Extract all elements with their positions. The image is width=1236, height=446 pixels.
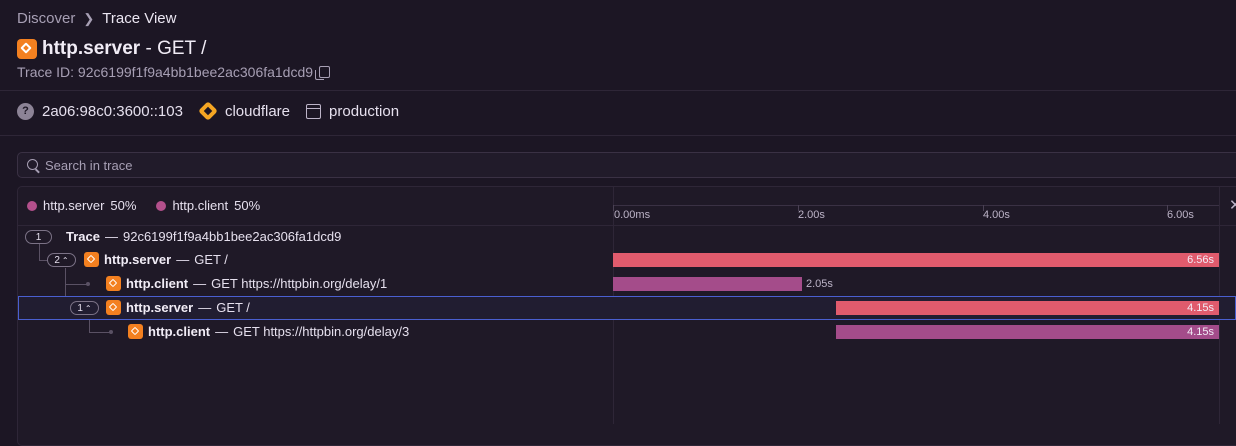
cloudflare-icon — [84, 252, 99, 267]
row-label: http.server — GET / — [84, 252, 228, 267]
legend-label: http.server — [43, 198, 105, 213]
browser-window-icon — [306, 103, 322, 119]
trace-tags: ? 2a06:98c0:3600::103 cloudflare product… — [17, 102, 415, 120]
question-icon: ? — [17, 102, 34, 120]
span-row[interactable]: http.client — GET https://httpbin.org/dela… — [18, 272, 1236, 296]
tick-label: 4.00s — [983, 209, 1010, 221]
span-bar[interactable]: 4.15s — [836, 301, 1219, 315]
chevron-up-icon: ⌃ — [61, 255, 69, 265]
cloudflare-icon — [106, 300, 121, 315]
span-row-selected[interactable]: 1 ⌃ http.server — GET / 4.15s — [18, 296, 1236, 320]
header-divider — [0, 90, 1236, 91]
tick-label: 0.00ms — [614, 209, 651, 221]
child-count-badge[interactable]: 2 ⌃ — [47, 253, 76, 267]
row-label: Trace —92c6199f1f9a4bb1bee2ac306fa1dcd9 — [66, 229, 342, 244]
legend-item-http-client[interactable]: http.client 50% — [156, 198, 260, 213]
span-row[interactable]: http.client — GET https://httpbin.org/dela… — [18, 320, 1236, 344]
breadcrumb-current: Trace View — [102, 10, 177, 27]
span-bar[interactable]: 6.56s — [613, 253, 1219, 267]
environment-name: production — [329, 102, 400, 120]
copy-icon[interactable] — [315, 66, 331, 80]
span-bar[interactable]: 4.15s — [836, 325, 1219, 339]
child-count-badge[interactable]: 1 — [25, 230, 52, 244]
provider-name: cloudflare — [224, 102, 291, 120]
ops-legend: http.server 50% http.client 50% — [27, 198, 260, 213]
page-header: http.server - GET / — [17, 38, 206, 60]
span-duration: 4.15s — [1187, 302, 1214, 314]
breadcrumb: Discover ❯ Trace View — [17, 10, 176, 27]
cloudflare-icon — [128, 324, 143, 339]
legend-pct: 50% — [234, 198, 261, 213]
tags-divider — [0, 135, 1236, 136]
row-label: http.client — GET https://httpbin.org/dela… — [128, 324, 409, 339]
provider-tag: cloudflare — [199, 102, 290, 120]
row-label: http.server — GET / — [106, 300, 250, 315]
trace-id-label: Trace ID: 92c6199f1f9a4bb1bee2ac306fa1dc… — [17, 64, 314, 80]
cloudflare-project-icon — [17, 39, 37, 59]
chevron-right-icon: ❯ — [83, 10, 95, 26]
trace-id: Trace ID: 92c6199f1f9a4bb1bee2ac306fa1dc… — [17, 64, 331, 80]
legend-item-http-server[interactable]: http.server 50% — [27, 198, 136, 213]
legend-pct: 50% — [110, 198, 137, 213]
environment-tag: production — [306, 103, 399, 120]
legend-dot — [156, 200, 167, 211]
timeline-axis — [613, 205, 1219, 206]
row-label: http.client — GET https://httpbin.org/dela… — [106, 276, 387, 291]
search-input[interactable] — [45, 157, 645, 173]
ip-tag: ? 2a06:98c0:3600::103 — [17, 102, 183, 120]
search-icon — [27, 158, 38, 170]
page-title: http.server - GET / — [42, 38, 207, 59]
span-duration: 2.05s — [806, 278, 833, 290]
close-icon[interactable]: ✕ — [1229, 196, 1236, 214]
span-duration: 4.15s — [1187, 326, 1214, 338]
legend-dot — [27, 200, 37, 211]
cloudflare-icon — [199, 102, 217, 120]
legend-label: http.client — [172, 198, 229, 213]
breadcrumb-discover[interactable]: Discover — [17, 10, 75, 27]
search-box[interactable] — [17, 152, 1236, 178]
chevron-up-icon: ⌃ — [84, 303, 92, 313]
child-count-badge[interactable]: 1 ⌃ — [70, 301, 99, 315]
tick-label: 6.00s — [1167, 209, 1194, 221]
tick-label: 2.00s — [798, 209, 825, 221]
ip-address: 2a06:98c0:3600::103 — [42, 102, 183, 120]
span-row[interactable]: 2 ⌃ http.server — GET / 6.56s — [18, 248, 1236, 272]
span-duration: 6.56s — [1187, 254, 1214, 266]
trace-row[interactable]: 1 Trace —92c6199f1f9a4bb1bee2ac306fa1dcd9 — [18, 225, 1236, 249]
cloudflare-icon — [106, 276, 121, 291]
span-bar[interactable] — [613, 277, 802, 291]
